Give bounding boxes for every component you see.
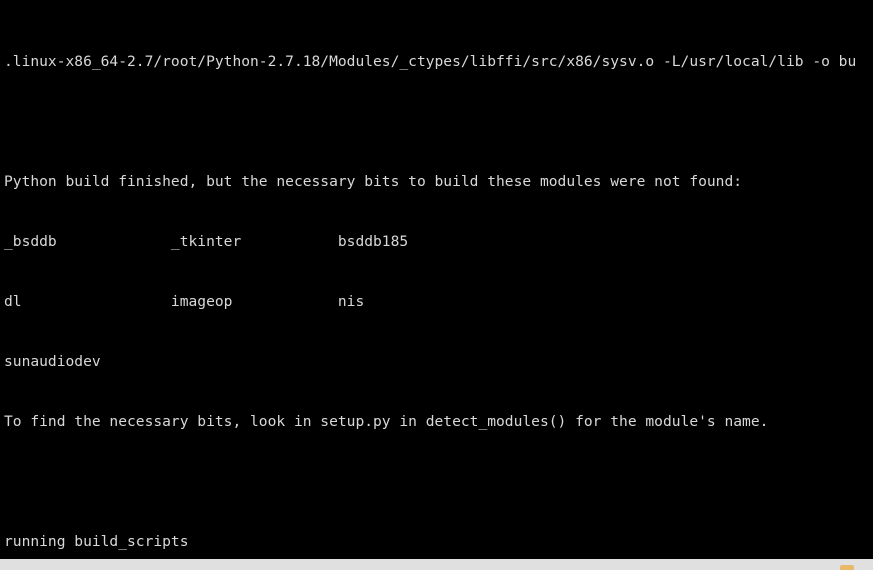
terminal-window[interactable]: .linux-x86_64-2.7/root/Python-2.7.18/Mod…: [0, 0, 873, 570]
taskbar-icon[interactable]: [840, 565, 854, 570]
desktop-taskbar[interactable]: [0, 559, 873, 570]
terminal-line: .linux-x86_64-2.7/root/Python-2.7.18/Mod…: [4, 53, 857, 70]
terminal-line: dl imageop nis: [4, 293, 365, 310]
terminal-output: .linux-x86_64-2.7/root/Python-2.7.18/Mod…: [4, 0, 873, 559]
terminal-line: Python build finished, but the necessary…: [4, 173, 743, 190]
terminal-line: _bsddb _tkinter bsddb185: [4, 233, 409, 250]
terminal-screen[interactable]: .linux-x86_64-2.7/root/Python-2.7.18/Mod…: [0, 0, 873, 559]
terminal-line: To find the necessary bits, look in setu…: [4, 413, 769, 430]
terminal-line: sunaudiodev: [4, 353, 101, 370]
terminal-line: running build_scripts: [4, 533, 189, 550]
